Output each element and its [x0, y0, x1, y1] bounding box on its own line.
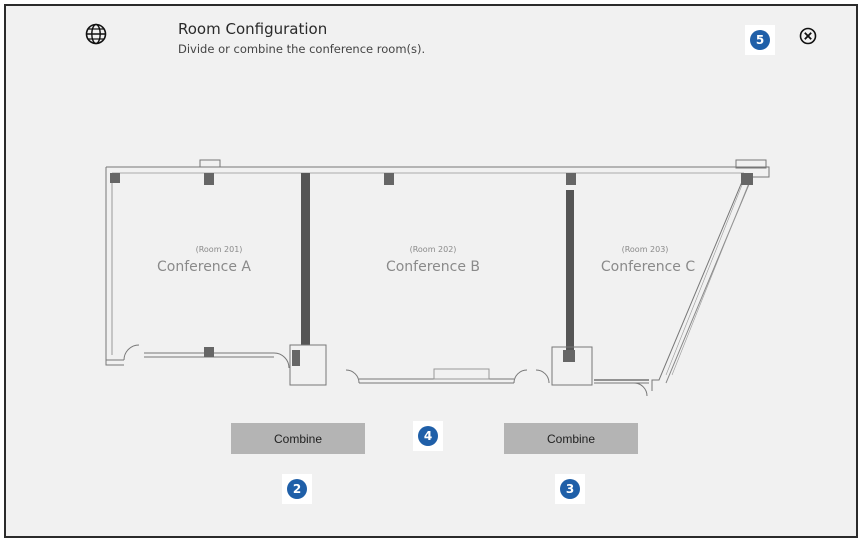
room-b-name[interactable]: Conference B — [353, 259, 513, 275]
badge-5-container: 5 — [745, 25, 775, 55]
room-a-name[interactable]: Conference A — [124, 259, 284, 275]
floor-plan — [105, 159, 770, 397]
page-title: Room Configuration — [178, 20, 328, 38]
globe-icon[interactable] — [85, 23, 107, 45]
step-badge-2: 2 — [287, 479, 307, 499]
combine-bc-button[interactable]: Combine — [504, 423, 638, 454]
room-a-number: (Room 201) — [195, 245, 243, 254]
step-badge-3: 3 — [560, 479, 580, 499]
badge-4-container: 4 — [413, 421, 443, 451]
room-c-number: (Room 203) — [621, 245, 669, 254]
badge-3-container: 3 — [555, 474, 585, 504]
step-badge-4: 4 — [418, 426, 438, 446]
close-icon[interactable] — [799, 27, 817, 45]
room-c-name[interactable]: Conference C — [568, 259, 728, 275]
room-b-number: (Room 202) — [409, 245, 457, 254]
combine-ab-button[interactable]: Combine — [231, 423, 365, 454]
page-subtitle: Divide or combine the conference room(s)… — [178, 42, 426, 56]
badge-2-container: 2 — [282, 474, 312, 504]
step-badge-5: 5 — [750, 30, 770, 50]
